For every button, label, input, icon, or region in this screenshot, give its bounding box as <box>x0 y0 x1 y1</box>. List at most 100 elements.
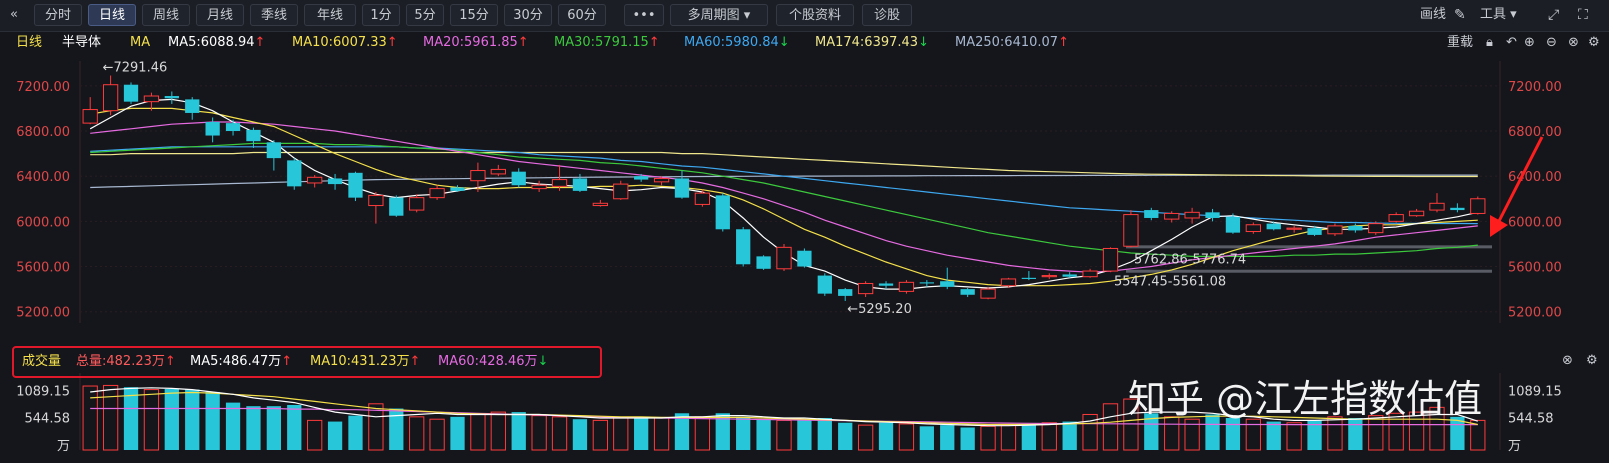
candle-body <box>470 170 486 182</box>
candle-body <box>1164 212 1180 220</box>
undo-icon[interactable]: ↶ <box>1506 31 1517 55</box>
candle-body <box>205 121 220 136</box>
candle-body <box>898 281 915 292</box>
volume-bar <box>898 423 915 451</box>
volume-bar <box>450 416 465 450</box>
ma-item-ma20: MA20:5961.85↑ <box>423 35 529 50</box>
volume-bar <box>511 412 526 450</box>
volume-bar <box>776 419 792 451</box>
candle <box>1102 247 1119 273</box>
candle-body <box>1368 223 1384 234</box>
candle-body <box>266 142 281 159</box>
tab-1min[interactable]: 1分 <box>362 4 400 26</box>
volume-close-icon[interactable]: ⊗ <box>1562 352 1573 370</box>
volume-bar <box>123 387 139 450</box>
candle-body <box>123 84 139 102</box>
vol-tick-right: 544.58 <box>1508 412 1554 427</box>
zoom-in-icon[interactable]: ⊕ <box>1524 31 1535 55</box>
volume-bar <box>1021 423 1037 450</box>
candle-body <box>694 192 711 205</box>
candle-body <box>450 187 465 191</box>
vol-tick-left: 544.58 <box>25 412 71 427</box>
volume-bar <box>878 422 894 450</box>
tab-daily[interactable]: 日线 <box>88 4 136 26</box>
candle <box>817 273 832 296</box>
tab-30min[interactable]: 30分 <box>504 4 552 26</box>
close-icon[interactable]: ⊗ <box>1568 31 1579 55</box>
candle <box>715 193 730 232</box>
volume-bar <box>797 419 812 450</box>
zoom-out-icon[interactable]: ⊖ <box>1546 31 1557 55</box>
tab-weekly[interactable]: 周线 <box>142 4 190 26</box>
candle-body <box>1470 198 1486 214</box>
tab-monthly[interactable]: 月线 <box>196 4 244 26</box>
candle-body <box>1021 277 1037 279</box>
expand-icon[interactable]: ⤢ <box>1548 4 1559 26</box>
volume-bar <box>205 391 220 450</box>
volume-total: 总量:482.23万↑ <box>76 354 176 369</box>
pencil-icon[interactable]: ✎ <box>1454 4 1466 26</box>
candle-body <box>1205 212 1220 218</box>
y-tick-left: 7200.00 <box>16 80 70 95</box>
candle <box>898 280 915 294</box>
candle <box>1123 210 1139 248</box>
candle-body <box>736 229 751 265</box>
draw-line-button[interactable]: 画线 <box>1420 4 1446 26</box>
candle-body <box>531 184 547 190</box>
collapse-icon[interactable]: « <box>10 4 18 26</box>
y-tick-left: 6000.00 <box>16 215 70 230</box>
reload-button[interactable]: 重载 <box>1447 31 1473 55</box>
tab-5min[interactable]: 5分 <box>406 4 444 26</box>
candle-body <box>389 197 404 216</box>
more-button[interactable]: ••• <box>624 4 664 26</box>
ma-item-ma60: MA60:5980.84↓ <box>684 35 790 50</box>
multi-period-dropdown[interactable]: 多周期图 ▾ <box>670 4 768 26</box>
ma-item-ma5: MA5:6088.94↑ <box>168 35 266 50</box>
tab-yearly[interactable]: 年线 <box>304 4 356 26</box>
candle-body <box>756 256 771 269</box>
candle-body <box>919 282 934 284</box>
tab-quarterly[interactable]: 季线 <box>250 4 298 26</box>
candle-body <box>327 178 343 185</box>
ma-label: MA <box>130 35 151 50</box>
candle-body <box>1450 207 1465 211</box>
candle-body <box>960 289 975 295</box>
vol-tick-left: 1089.15 <box>16 384 70 399</box>
tab-15min[interactable]: 15分 <box>450 4 498 26</box>
candle-body <box>1388 214 1404 222</box>
candle-body <box>674 178 690 198</box>
low-annotation: ←5295.20 <box>847 302 912 317</box>
volume-bar <box>613 417 629 451</box>
candle <box>123 82 139 104</box>
candle-body <box>1144 210 1159 218</box>
settings-icon[interactable]: ⚙ <box>1588 31 1600 55</box>
candle-body <box>1225 216 1241 233</box>
volume-bar <box>429 418 445 451</box>
stock-info-button[interactable]: 个股资料 <box>776 4 854 26</box>
candle-body <box>429 188 445 199</box>
lock-icon[interactable]: 🔒︎ <box>1486 31 1493 55</box>
volume-bar <box>102 384 119 451</box>
candle-body <box>287 160 302 187</box>
volume-bar <box>348 415 363 450</box>
candle-body <box>511 171 526 186</box>
high-annotation: ←7291.46 <box>103 61 168 76</box>
volume-settings-icon[interactable]: ⚙ <box>1586 352 1598 370</box>
ma-item-ma174: MA174:6397.43↓ <box>815 35 929 50</box>
watermark: 知乎 @江左指数估值 <box>1128 377 1483 421</box>
candle <box>1327 223 1343 237</box>
candle <box>797 248 812 268</box>
volume-bar <box>307 419 323 451</box>
candle-body <box>776 246 792 270</box>
volume-bar <box>572 419 588 450</box>
tab-60min[interactable]: 60分 <box>558 4 606 26</box>
fullscreen-icon[interactable]: ⛶ <box>1578 4 1588 26</box>
y-tick-right: 5200.00 <box>1508 306 1562 321</box>
tab-intraday[interactable]: 分时 <box>34 4 82 26</box>
candle-body <box>1429 202 1445 211</box>
tools-dropdown[interactable]: 工具 ▾ <box>1480 4 1517 26</box>
period-toolbar: « 分时 日线 周线 月线 季线 年线 1分 5分 15分 30分 60分 ••… <box>0 0 1609 32</box>
diagnose-button[interactable]: 诊股 <box>862 4 912 26</box>
candle-body <box>797 250 812 267</box>
candle-body <box>980 288 996 299</box>
